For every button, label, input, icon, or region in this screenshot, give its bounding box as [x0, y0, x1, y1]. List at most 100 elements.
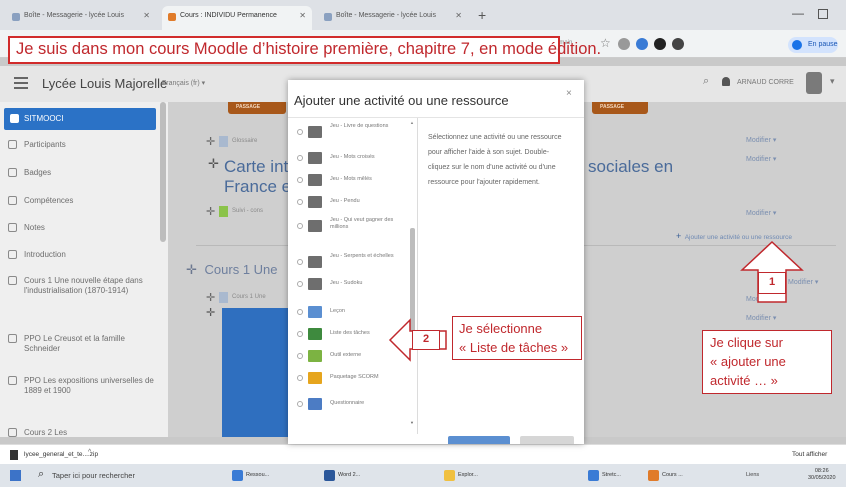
move-icon[interactable]: ✛	[208, 154, 219, 174]
activity-row-cours-1[interactable]: ✛ Cours 1 Une	[206, 292, 266, 304]
close-tab-icon[interactable]: ✕	[299, 11, 306, 20]
activity-item[interactable]: Paquetage SCORM	[288, 368, 408, 394]
activity-item[interactable]: Jeu - Qui veut gagner des millions	[288, 216, 408, 242]
activity-label[interactable]: Suivi - cons	[232, 208, 263, 214]
radio-button[interactable]	[297, 259, 303, 265]
sidebar-item-course[interactable]: SITMOOCI	[4, 108, 156, 130]
sidebar-item-ppo-expositions[interactable]: PPO Les expositions universelles de 1889…	[8, 376, 156, 396]
site-name[interactable]: Lycée Louis Majorelle	[42, 76, 167, 91]
activity-label: Paquetage SCORM	[330, 374, 379, 380]
extension-icon[interactable]	[672, 38, 684, 50]
extension-icon[interactable]	[654, 38, 666, 50]
modifier-menu[interactable]: Modifier ▾	[746, 155, 776, 163]
browser-tab-bar: Boîte - Messagerie - lycée Louis ✕ Cours…	[0, 0, 846, 30]
sidebar-scrollbar[interactable]	[160, 102, 166, 242]
taskbar-app-label: Word 2...	[338, 472, 361, 478]
download-file[interactable]: lycee_general_et_te....zip	[24, 451, 98, 458]
taskbar-search[interactable]: Taper ici pour rechercher	[52, 471, 135, 480]
activity-item[interactable]: Questionnaire	[288, 394, 408, 420]
radio-button[interactable]	[297, 353, 303, 359]
browser-tab-course[interactable]: Cours : INDIVIDU Permanence ✕	[162, 6, 312, 30]
step-number-2: 2	[412, 330, 440, 350]
help-text: Sélectionnez une activité ou une ressour…	[428, 134, 562, 186]
new-tab-button[interactable]: +	[478, 7, 486, 23]
radio-button[interactable]	[297, 155, 303, 161]
browser-tab-mail-1[interactable]: Boîte - Messagerie - lycée Louis ✕	[6, 6, 156, 30]
chevron-up-icon[interactable]: ^	[88, 449, 91, 456]
taskbar-app-label: Stretc...	[602, 472, 621, 478]
extension-icon[interactable]	[636, 38, 648, 50]
radio-button[interactable]	[297, 129, 303, 135]
sidebar-item-cours-1[interactable]: Cours 1 Une nouvelle étape dans l'indust…	[8, 276, 156, 296]
activity-item[interactable]: Jeu - Sudoku	[288, 274, 408, 300]
scroll-down-icon[interactable]: ▼	[410, 420, 414, 425]
sidebar-item-notes[interactable]: Notes	[8, 223, 156, 233]
close-icon[interactable]: ×	[566, 88, 572, 99]
taskbar-app[interactable]: Explor...	[442, 469, 478, 482]
browser-tab-mail-2[interactable]: Boîte - Messagerie - lycée Louis ✕	[318, 6, 468, 30]
window-minimize-icon[interactable]: —	[792, 6, 804, 20]
title-line-1: Carte int	[224, 157, 289, 176]
sidebar-item-badges[interactable]: Badges	[8, 168, 156, 178]
move-icon[interactable]: ✛	[206, 306, 215, 319]
cancel-button[interactable]	[520, 436, 574, 444]
sidebar-item-competences[interactable]: Compétences	[8, 196, 156, 206]
extension-icon[interactable]	[618, 38, 630, 50]
activity-item[interactable]: Jeu - Pendu	[288, 192, 408, 218]
show-all-downloads-button[interactable]: Tout afficher	[792, 451, 827, 458]
radio-button[interactable]	[297, 401, 303, 407]
modifier-menu[interactable]: Modifier ▾	[746, 314, 776, 322]
activity-row-glossary[interactable]: ✛ Glossaire	[206, 136, 257, 148]
move-icon[interactable]: ✛	[206, 291, 215, 304]
modifier-menu[interactable]: Modifier ▾	[746, 136, 776, 144]
radio-button[interactable]	[297, 331, 303, 337]
close-tab-icon[interactable]: ✕	[143, 11, 150, 20]
activity-type-icon	[308, 220, 322, 232]
sidebar-item-label: Notes	[24, 223, 45, 232]
word-icon	[324, 470, 335, 481]
taskbar-app[interactable]: Cours ...	[646, 469, 683, 482]
windows-start-icon[interactable]	[10, 470, 21, 481]
sidebar-item-cours-2[interactable]: Cours 2 Les	[8, 428, 156, 437]
radio-button[interactable]	[297, 223, 303, 229]
search-icon[interactable]: ⌕	[38, 468, 44, 481]
add-button[interactable]	[448, 436, 510, 444]
move-icon[interactable]: ✛	[206, 135, 215, 148]
notification-bell-icon[interactable]	[722, 77, 730, 86]
search-icon[interactable]: ⌕	[703, 75, 709, 88]
taskbar-app[interactable]: Ressou...	[230, 469, 269, 482]
activity-label[interactable]: Glossaire	[232, 138, 257, 144]
window-maximize-icon[interactable]	[818, 9, 828, 19]
chevron-down-icon[interactable]: ▾	[830, 76, 835, 87]
system-clock[interactable]: 08:26 30/05/2020	[808, 468, 836, 482]
radio-button[interactable]	[297, 309, 303, 315]
profile-pause-button[interactable]: En pause	[788, 37, 838, 53]
activity-label[interactable]: Cours 1 Une	[232, 294, 266, 300]
radio-button[interactable]	[297, 375, 303, 381]
sidebar-item-participants[interactable]: Participants	[8, 140, 156, 150]
taskbar-app[interactable]: Word 2...	[322, 469, 360, 482]
radio-button[interactable]	[297, 177, 303, 183]
bookmark-star-icon[interactable]: ☆	[600, 36, 611, 50]
activity-label: Jeu - Mots mêlés	[330, 176, 372, 182]
activity-label: Jeu - Serpents et échelles	[330, 253, 394, 259]
avatar[interactable]	[806, 72, 822, 94]
move-icon[interactable]: ✛	[186, 262, 197, 277]
taskbar-app[interactable]: Stretc...	[586, 469, 621, 482]
activity-item[interactable]: Jeu - Livre de questions	[288, 122, 408, 148]
user-name[interactable]: ARNAUD CORRE	[737, 79, 794, 86]
close-tab-icon[interactable]: ✕	[455, 11, 462, 20]
hamburger-menu-icon[interactable]	[14, 77, 28, 89]
tray-links[interactable]: Liens	[746, 472, 759, 478]
radio-button[interactable]	[297, 199, 303, 205]
radio-button[interactable]	[297, 281, 303, 287]
modifier-menu[interactable]: Modifier ▾	[746, 209, 776, 217]
sidebar-item-introduction[interactable]: Introduction	[8, 250, 156, 260]
language-menu[interactable]: Français (fr) ▾	[162, 79, 205, 87]
check-icon	[8, 196, 17, 205]
sidebar-item-ppo-creusot[interactable]: PPO Le Creusot et la famille Schneider	[8, 334, 156, 354]
activity-list: ▲ ▼ Jeu - Livre de questions Jeu - Mots c…	[288, 118, 418, 434]
activity-type-icon	[308, 372, 322, 384]
move-icon[interactable]: ✛	[206, 205, 215, 218]
activity-row-suivi[interactable]: ✛ Suivi - cons	[206, 206, 263, 218]
